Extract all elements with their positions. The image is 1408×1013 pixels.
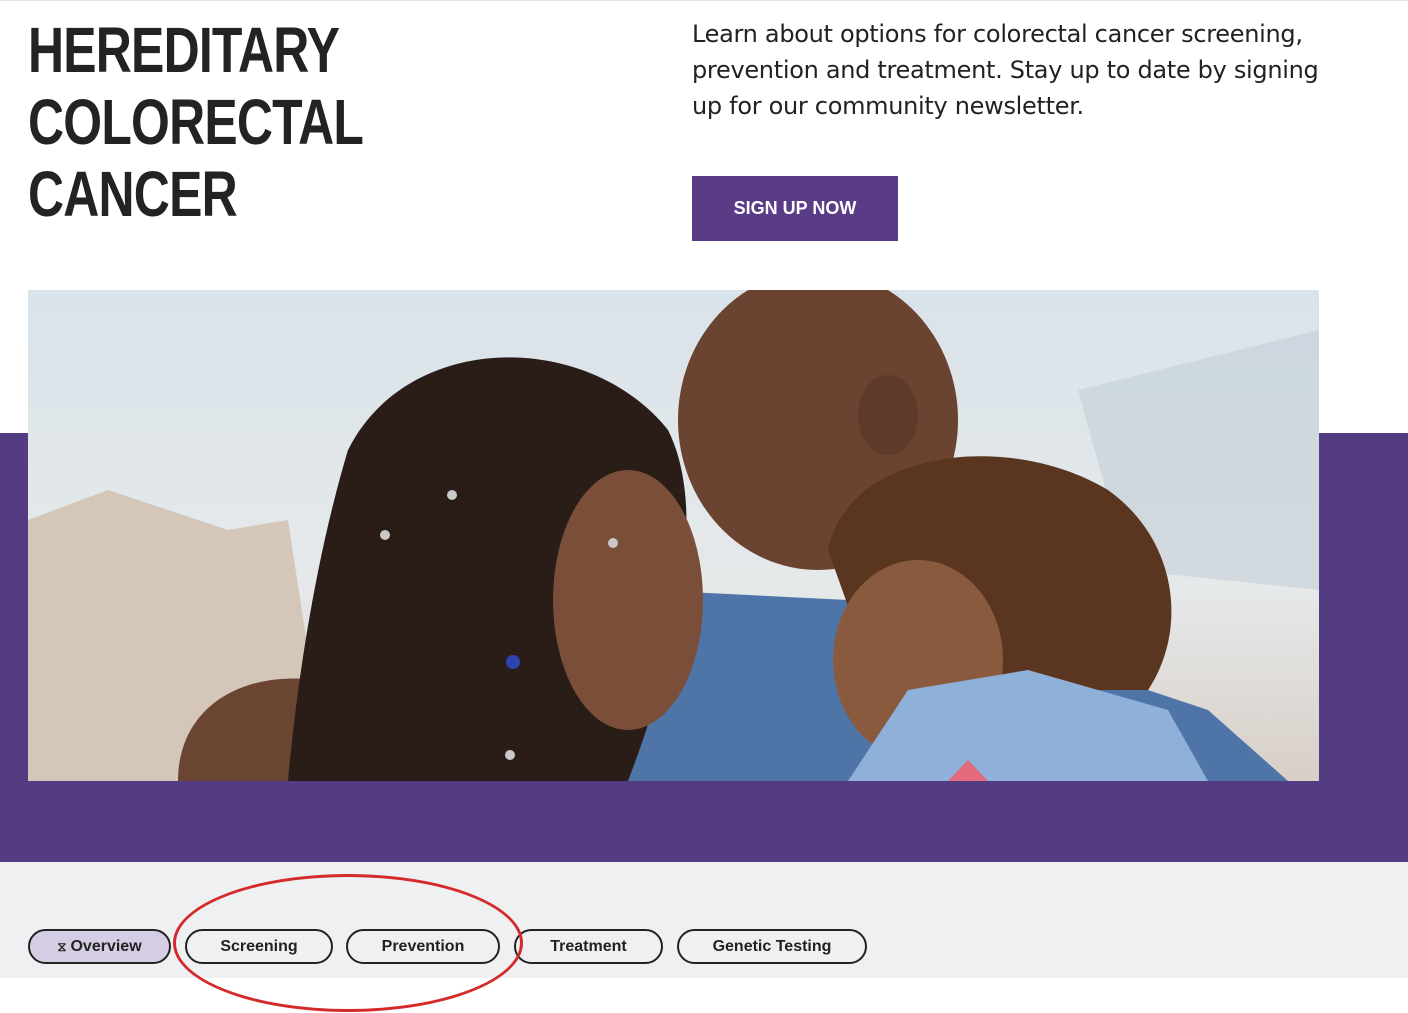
tab-prevention[interactable]: Prevention xyxy=(346,929,500,964)
page-title-line-1: HEREDITARY COLORECTAL xyxy=(28,14,364,158)
tab-overview[interactable]: ⧖ Overview xyxy=(28,929,171,964)
tab-prevention-label: Prevention xyxy=(381,937,465,955)
tab-overview-label: Overview xyxy=(70,937,142,955)
page-title: HEREDITARY COLORECTAL CANCER xyxy=(28,14,496,230)
sign-up-button[interactable]: SIGN UP NOW xyxy=(692,176,898,241)
tab-treatment[interactable]: Treatment xyxy=(514,929,663,964)
tab-screening[interactable]: Screening xyxy=(185,929,333,964)
page-title-line-2: CANCER xyxy=(28,158,238,230)
tab-genetic-testing-label: Genetic Testing xyxy=(712,937,832,955)
location-pin-icon: ⧖ xyxy=(57,938,67,954)
intro-text: Learn about options for colorectal cance… xyxy=(692,20,1319,120)
tab-screening-label: Screening xyxy=(220,937,298,955)
top-divider xyxy=(0,0,1408,1)
hero-image xyxy=(28,290,1319,781)
tab-treatment-label: Treatment xyxy=(550,937,627,955)
tab-genetic-testing[interactable]: Genetic Testing xyxy=(677,929,867,964)
